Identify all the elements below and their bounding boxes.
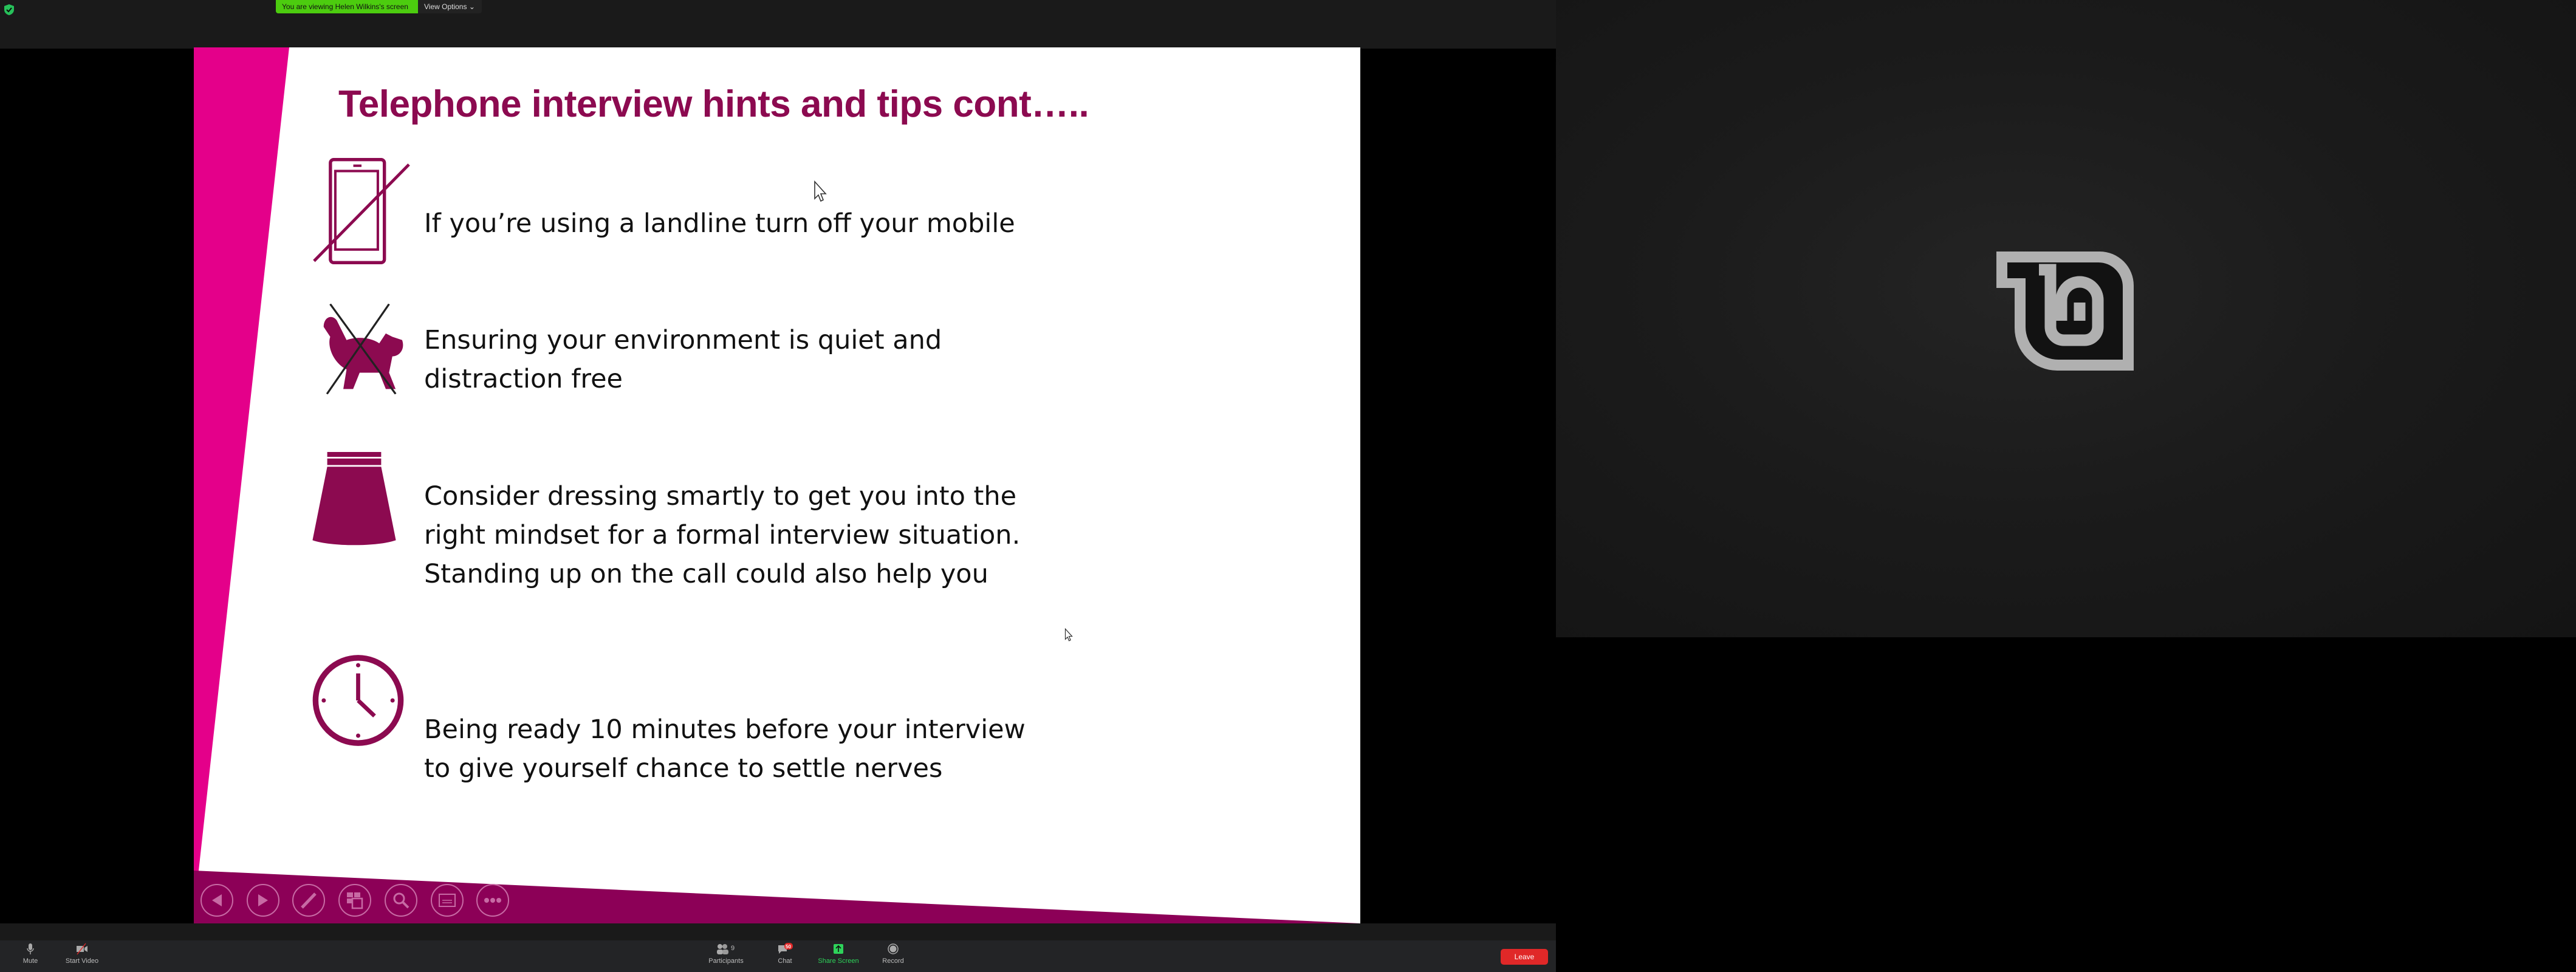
chat-icon: 50 (778, 943, 793, 954)
share-screen-button[interactable]: Share Screen (813, 943, 864, 965)
zoom-slide-button[interactable] (385, 884, 417, 917)
ellipsis-icon (484, 898, 501, 903)
participant-video-panel (1556, 0, 2576, 637)
next-slide-button[interactable] (247, 884, 279, 917)
view-options-label: View Options (424, 2, 467, 11)
mute-label: Mute (22, 957, 38, 965)
mute-button[interactable]: Mute (17, 943, 44, 965)
subtitles-button[interactable] (431, 884, 464, 917)
record-icon (888, 943, 899, 954)
skirt-icon (312, 452, 396, 546)
chat-label: Chat (778, 957, 792, 965)
participants-label: Participants (708, 957, 744, 965)
tip-text: Being ready 10 minutes before your inter… (424, 714, 1026, 784)
share-screen-label: Share Screen (818, 957, 859, 965)
participants-button[interactable]: 9 Participants (702, 943, 750, 965)
presentation-slide: Telephone interview hints and tips cont…… (194, 47, 1360, 923)
mouse-cursor-icon (814, 180, 827, 202)
leave-meeting-button[interactable]: Leave (1501, 949, 1548, 965)
triangle-right-icon (258, 894, 268, 906)
microphone-icon (27, 943, 34, 954)
start-video-label: Start Video (65, 957, 99, 965)
see-all-slides-button[interactable] (338, 884, 371, 917)
magnifier-icon (393, 892, 409, 909)
slide-title: Telephone interview hints and tips cont…… (338, 83, 1089, 125)
clock-icon (312, 655, 404, 746)
no-pets-icon (323, 304, 403, 394)
record-button[interactable]: Record (878, 943, 908, 965)
triangle-left-icon (212, 894, 222, 906)
view-options-button[interactable]: View Options ⌄ (418, 0, 482, 13)
share-screen-icon (834, 944, 843, 954)
shield-check-icon[interactable] (4, 4, 15, 16)
viewing-screen-banner: You are viewing Helen Wilkins's screen (276, 0, 418, 13)
tip-text: Consider dressing smartly to get you int… (424, 481, 1021, 589)
pen-icon (301, 892, 317, 909)
slides-grid-icon (347, 892, 363, 909)
no-mobile-phone-icon (313, 158, 410, 264)
chevron-down-icon: ⌄ (468, 2, 475, 11)
pen-tool-button[interactable] (292, 884, 325, 917)
mouse-cursor-icon (1064, 628, 1073, 642)
tip-text: Ensuring your environment is quiet and d… (424, 325, 942, 394)
tip-text: If you’re using a landline turn off your… (424, 208, 1015, 239)
chat-button[interactable]: 50 Chat (772, 943, 798, 965)
chat-badge: 50 (786, 944, 791, 950)
meeting-top-bar (0, 0, 1556, 49)
participants-icon: 9 (717, 944, 735, 954)
toolbar-divider (0, 923, 1556, 940)
subtitles-icon (439, 894, 456, 907)
previous-slide-button[interactable] (200, 884, 233, 917)
participants-count: 9 (731, 945, 735, 952)
video-off-icon (77, 943, 87, 955)
linux-mint-logo (1996, 252, 2134, 371)
record-label: Record (882, 957, 904, 965)
more-options-button[interactable] (476, 884, 509, 917)
start-video-button[interactable]: Start Video (61, 943, 103, 965)
